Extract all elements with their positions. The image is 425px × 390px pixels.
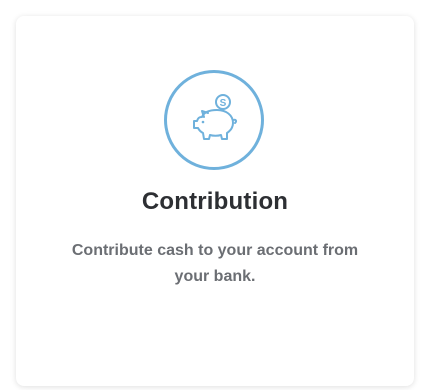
card-description: Contribute cash to your account from you… <box>71 242 359 285</box>
coin-symbol: S <box>220 98 227 109</box>
piggy-bank-icon: S <box>193 94 238 140</box>
icon-circle: S <box>164 70 264 170</box>
contribution-card[interactable]: S Contribution Contribute cash to your a… <box>16 16 414 386</box>
card-title: Contribution <box>141 188 289 215</box>
